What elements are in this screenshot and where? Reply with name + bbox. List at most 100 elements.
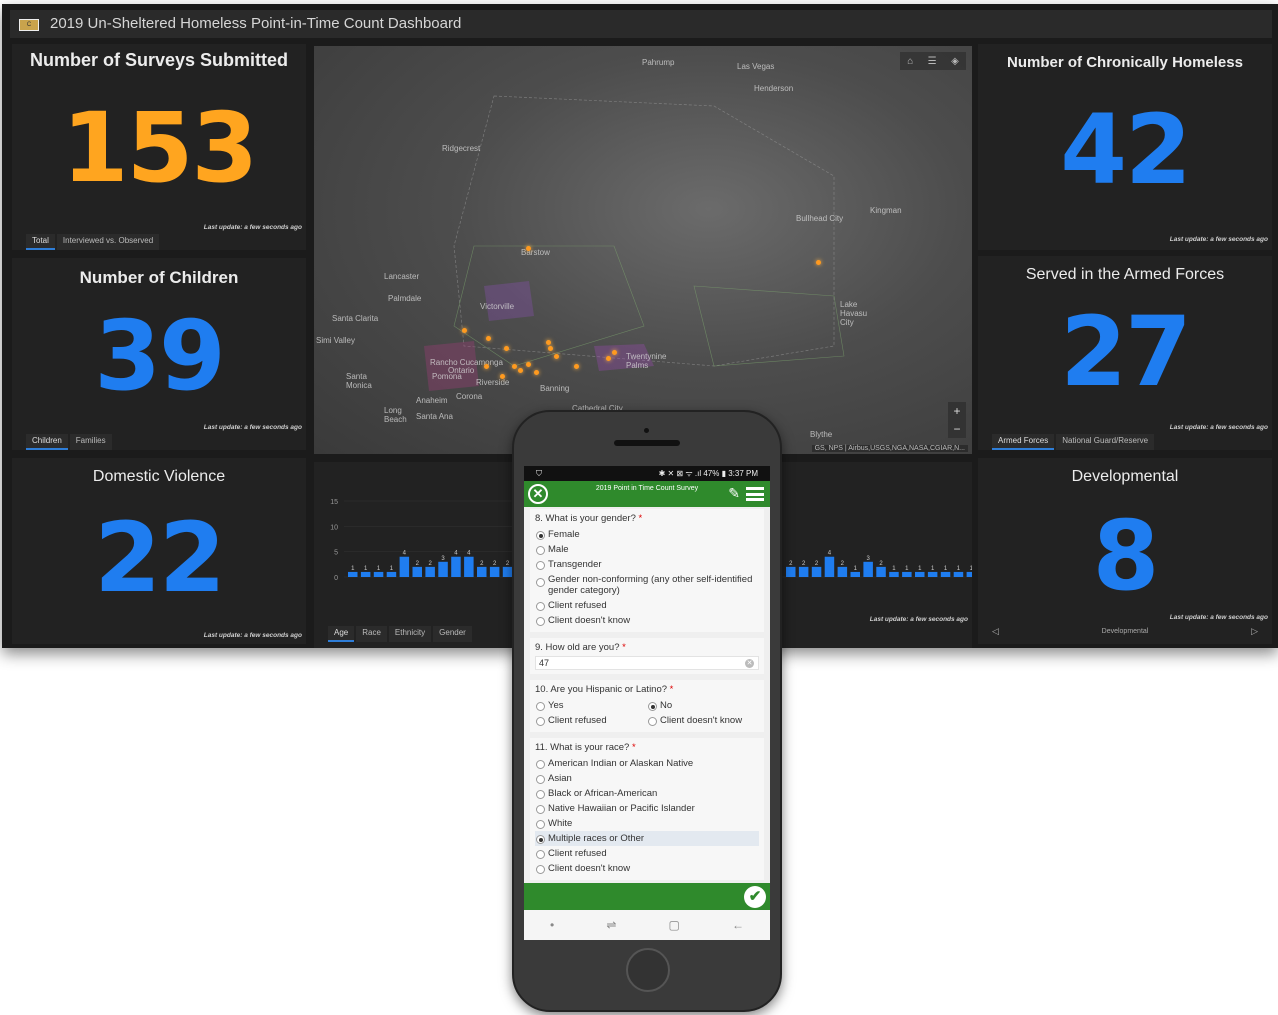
radio-option[interactable]: Asian	[535, 771, 759, 786]
map-view[interactable]: Pahrump Las Vegas Henderson Ridgecrest B…	[314, 46, 972, 454]
chronically-homeless-indicator: Number of Chronically Homeless 42 Last u…	[978, 44, 1272, 250]
bar	[477, 566, 487, 577]
radio-option[interactable]: No	[647, 698, 759, 713]
survey-point[interactable]	[504, 346, 509, 351]
radio-option[interactable]: Client doesn't know	[535, 613, 759, 628]
survey-form: 8. What is your gender? * Female Male Tr…	[524, 507, 770, 883]
radio-option[interactable]: Client doesn't know	[647, 713, 759, 728]
survey-point[interactable]	[554, 354, 559, 359]
bar	[399, 556, 410, 577]
survey-point[interactable]	[816, 260, 821, 265]
age-input[interactable]: 47 ✕	[535, 656, 759, 670]
survey-point[interactable]	[546, 340, 551, 345]
tab-national-guard-reserve[interactable]: National Guard/Reserve	[1056, 434, 1155, 450]
radio-option[interactable]: Native Hawaiian or Pacific Islander	[535, 801, 759, 816]
clear-icon[interactable]: ✕	[745, 659, 754, 668]
radio-option[interactable]: Male	[535, 542, 759, 557]
bar-value-label: 1	[351, 566, 355, 572]
radio-option[interactable]: Client refused	[535, 713, 647, 728]
y-tick-label: 10	[330, 524, 338, 531]
legend-icon[interactable]: ☰	[928, 56, 937, 67]
survey-point[interactable]	[612, 350, 617, 355]
submit-check-icon[interactable]: ✔	[744, 886, 766, 908]
survey-point[interactable]	[548, 346, 553, 351]
radio-option[interactable]: Yes	[535, 698, 647, 713]
survey-point[interactable]	[486, 336, 491, 341]
bar	[953, 571, 964, 577]
dashboard-title: 2019 Un-Sheltered Homeless Point-in-Time…	[50, 15, 462, 32]
survey-point[interactable]	[606, 356, 611, 361]
bar-value-label: 1	[905, 566, 909, 572]
back-icon[interactable]: ←	[732, 918, 744, 932]
tab-interviewed-vs-observed[interactable]: Interviewed vs. Observed	[56, 234, 160, 250]
chronically-homeless-value: 42	[1060, 94, 1192, 206]
map-toolbar: ⌂ ☰ ◈	[900, 52, 966, 70]
map-label: Santa Monica	[346, 372, 372, 390]
radio-option[interactable]: Gender non-conforming (any other self-id…	[535, 572, 759, 598]
radio-option[interactable]: Client refused	[535, 598, 759, 613]
survey-point[interactable]	[526, 362, 531, 367]
radio-option[interactable]: Multiple races or Other	[535, 831, 759, 846]
home-icon[interactable]: ⌂	[907, 56, 913, 67]
radio-option[interactable]: Female	[535, 527, 759, 542]
bar-value-label: 2	[879, 561, 883, 567]
bar	[824, 556, 835, 577]
map-label: Pahrump	[642, 58, 675, 67]
bar	[412, 566, 422, 577]
bar	[348, 571, 358, 577]
tab-age[interactable]: Age	[328, 626, 355, 642]
question-gender: 8. What is your gender? * Female Male Tr…	[530, 509, 764, 632]
tab-gender[interactable]: Gender	[433, 626, 472, 642]
survey-point[interactable]	[518, 368, 523, 373]
developmental-indicator: Developmental 8 Last update: a few secon…	[978, 458, 1272, 644]
bar-value-label: 1	[970, 566, 972, 572]
tab-children[interactable]: Children	[26, 434, 68, 450]
age-chart-left: 151050111142234422222 Age Race Ethnicity…	[314, 462, 539, 648]
radio-option[interactable]: White	[535, 816, 759, 831]
map-label: Blythe	[810, 430, 833, 439]
phone-home-button[interactable]	[626, 948, 670, 992]
radio-option[interactable]: Black or African-American	[535, 786, 759, 801]
phone-speaker	[614, 440, 680, 446]
survey-point[interactable]	[534, 370, 539, 375]
radio-option[interactable]: Transgender	[535, 557, 759, 572]
armed-forces-last-update: Last update: a few seconds ago	[1169, 424, 1268, 431]
bar	[889, 571, 899, 577]
question-hispanic: 10. Are you Hispanic or Latino? * Yes No…	[530, 680, 764, 732]
radio-option[interactable]: Client doesn't know	[535, 861, 759, 876]
bar-value-label: 2	[480, 561, 484, 567]
home-button-icon[interactable]: ▢	[669, 918, 680, 932]
survey-point[interactable]	[512, 364, 517, 369]
survey-point[interactable]	[500, 374, 505, 379]
tab-families[interactable]: Families	[69, 434, 112, 450]
close-icon[interactable]: ✕	[528, 484, 548, 504]
survey-point[interactable]	[484, 364, 489, 369]
layers-icon[interactable]: ◈	[951, 56, 959, 67]
map-label: Santa Clarita	[332, 314, 379, 323]
next-arrow-icon[interactable]: ▷	[1251, 626, 1258, 637]
surveys-last-update: Last update: a few seconds ago	[203, 224, 302, 231]
nav-dot-icon[interactable]: •	[550, 918, 554, 932]
question-label: 9. How old are you? *	[535, 642, 626, 653]
tab-total[interactable]: Total	[26, 234, 55, 250]
survey-point[interactable]	[526, 246, 531, 251]
map-label: Corona	[456, 392, 483, 401]
survey-point[interactable]	[462, 328, 467, 333]
tab-race[interactable]: Race	[356, 626, 387, 642]
survey-point[interactable]	[574, 364, 579, 369]
phone-device: ⛉ ✱ ✕ ⊠ ᯤ .ıl 47% ▮ 3:37 PM ✕ 2019 Point…	[512, 410, 782, 1012]
bar	[902, 571, 912, 577]
recent-apps-icon[interactable]: ⇌	[606, 918, 616, 932]
tab-armed-forces[interactable]: Armed Forces	[992, 434, 1055, 450]
zoom-in-button[interactable]: +	[948, 402, 966, 420]
phone-screen: ⛉ ✱ ✕ ⊠ ᯤ .ıl 47% ▮ 3:37 PM ✕ 2019 Point…	[524, 466, 770, 940]
bar-value-label: 1	[377, 566, 381, 572]
menu-icon[interactable]	[746, 487, 764, 501]
map-label: Henderson	[754, 84, 794, 93]
zoom-out-button[interactable]: −	[948, 420, 966, 438]
map-label: Banning	[540, 384, 570, 393]
tools-icon[interactable]: ✎	[728, 485, 740, 502]
radio-option[interactable]: Client refused	[535, 846, 759, 861]
tab-ethnicity[interactable]: Ethnicity	[388, 626, 432, 642]
radio-option[interactable]: American Indian or Alaskan Native	[535, 756, 759, 771]
